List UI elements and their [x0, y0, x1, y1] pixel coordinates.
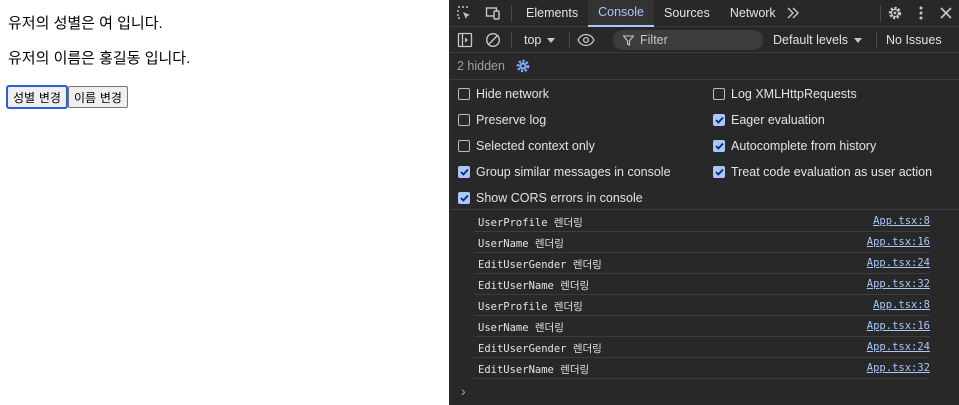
setting-label: Group similar messages in console — [476, 165, 671, 179]
source-link[interactable]: App.tsx:16 — [867, 236, 930, 248]
checkbox[interactable] — [458, 88, 470, 100]
kebab-menu-icon[interactable] — [909, 0, 933, 27]
source-link[interactable]: App.tsx:8 — [873, 299, 930, 311]
inspect-element-icon[interactable] — [449, 0, 479, 27]
setting-label: Autocomplete from history — [731, 139, 877, 153]
checkbox[interactable] — [713, 166, 725, 178]
message-text: EditUserGender 렌더링 — [478, 343, 602, 355]
checkbox[interactable] — [713, 140, 725, 152]
setting-log-xhr[interactable]: Log XMLHttpRequests — [713, 85, 857, 103]
message-text: EditUserGender 렌더링 — [478, 259, 602, 271]
checkbox[interactable] — [713, 114, 725, 126]
caret-down-icon — [547, 37, 556, 43]
console-prompt[interactable]: › — [461, 383, 466, 399]
caret-down-icon — [854, 37, 863, 43]
tab-network[interactable]: Network — [720, 0, 786, 27]
toolbar-separator — [569, 32, 570, 48]
tab-sources[interactable]: Sources — [654, 0, 720, 27]
checkbox[interactable] — [713, 88, 725, 100]
hidden-count: 2 hidden — [457, 59, 505, 73]
checkbox[interactable] — [458, 114, 470, 126]
setting-label: Preserve log — [476, 113, 547, 127]
filter-input[interactable]: Filter — [613, 30, 763, 50]
console-message: EditUserName 렌더링 App.tsx:32 — [474, 358, 930, 379]
message-text: EditUserName 렌더링 — [478, 364, 590, 376]
message-text: UserProfile 렌더링 — [478, 217, 583, 229]
user-gender-text: 유저의 성별은 여 입니다. — [8, 15, 163, 32]
clear-console-icon[interactable] — [485, 32, 501, 48]
console-message: UserProfile 렌더링 App.tsx:8 — [474, 295, 930, 316]
message-text: UserName 렌더링 — [478, 238, 564, 250]
change-gender-button[interactable]: 성별 변경 — [6, 85, 68, 109]
source-link[interactable]: App.tsx:16 — [867, 320, 930, 332]
issues-counter[interactable]: No Issues — [886, 33, 942, 47]
setting-preserve-log[interactable]: Preserve log — [458, 111, 546, 129]
setting-selected-context-only[interactable]: Selected context only — [458, 137, 595, 155]
page-viewport: 유저의 성별은 여 입니다. 유저의 이름은 홍길동 입니다. 성별 변경 이름… — [0, 0, 449, 405]
message-text: UserName 렌더링 — [478, 322, 564, 334]
setting-label: Eager evaluation — [731, 113, 825, 127]
console-toolbar: top Filter Default levels No Issues — [449, 27, 959, 53]
setting-eager-evaluation[interactable]: Eager evaluation — [713, 111, 825, 129]
setting-label: Treat code evaluation as user action — [731, 165, 933, 179]
setting-label: Selected context only — [476, 139, 595, 153]
log-levels-label: Default levels — [773, 33, 849, 47]
filter-placeholder: Filter — [640, 33, 668, 47]
setting-treat-as-user-action[interactable]: Treat code evaluation as user action — [713, 163, 932, 181]
setting-label: Hide network — [476, 87, 549, 101]
tab-console[interactable]: Console — [588, 0, 654, 27]
log-levels-dropdown[interactable]: Default levels — [773, 33, 863, 47]
console-message: EditUserGender 렌더링 App.tsx:24 — [474, 337, 930, 358]
console-message: UserName 렌더링 App.tsx:16 — [474, 316, 930, 337]
setting-label: Show CORS errors in console — [476, 191, 643, 205]
filter-funnel-icon — [623, 34, 634, 46]
setting-show-cors-errors[interactable]: Show CORS errors in console — [458, 189, 643, 207]
devtools-tabbar: Elements Console Sources Network — [449, 0, 959, 27]
console-messages: UserProfile 렌더링 App.tsx:8 UserName 렌더링 A… — [449, 211, 959, 379]
toolbar-separator — [876, 32, 877, 48]
message-text: UserProfile 렌더링 — [478, 301, 583, 313]
eye-icon[interactable] — [577, 33, 595, 47]
source-link[interactable]: App.tsx:32 — [867, 362, 930, 374]
console-message: UserProfile 렌더링 App.tsx:8 — [474, 211, 930, 232]
sidebar-toggle-icon[interactable] — [457, 32, 473, 48]
button-group: 성별 변경 이름 변경 — [6, 85, 128, 109]
console-settings-panel: Hide network Preserve log Selected conte… — [449, 80, 959, 210]
checkbox[interactable] — [458, 140, 470, 152]
device-toolbar-icon[interactable] — [479, 0, 507, 27]
source-link[interactable]: App.tsx:24 — [867, 257, 930, 269]
console-settings-gear-icon[interactable] — [515, 58, 531, 74]
setting-autocomplete-history[interactable]: Autocomplete from history — [713, 137, 876, 155]
tab-separator — [511, 5, 512, 21]
console-message: EditUserGender 렌더링 App.tsx:24 — [474, 253, 930, 274]
close-icon[interactable] — [933, 0, 959, 27]
source-link[interactable]: App.tsx:24 — [867, 341, 930, 353]
checkbox[interactable] — [458, 166, 470, 178]
change-name-button[interactable]: 이름 변경 — [67, 86, 128, 108]
setting-hide-network[interactable]: Hide network — [458, 85, 549, 103]
source-link[interactable]: App.tsx:32 — [867, 278, 930, 290]
console-message: EditUserName 렌더링 App.tsx:32 — [474, 274, 930, 295]
hidden-messages-bar: 2 hidden — [449, 53, 959, 80]
setting-group-similar[interactable]: Group similar messages in console — [458, 163, 671, 181]
console-message: UserName 렌더링 App.tsx:16 — [474, 232, 930, 253]
setting-label: Log XMLHttpRequests — [731, 87, 857, 101]
settings-gear-icon[interactable] — [881, 0, 909, 27]
context-selector-label: top — [524, 33, 542, 47]
devtools-panel: Elements Console Sources Network top Fil… — [449, 0, 959, 405]
checkbox[interactable] — [458, 192, 470, 204]
context-selector[interactable]: top — [524, 33, 556, 47]
more-tabs-icon[interactable] — [782, 0, 804, 27]
toolbar-separator — [511, 32, 512, 48]
source-link[interactable]: App.tsx:8 — [873, 215, 930, 227]
tab-elements[interactable]: Elements — [516, 0, 588, 27]
user-name-text: 유저의 이름은 홍길동 입니다. — [8, 50, 191, 67]
message-text: EditUserName 렌더링 — [478, 280, 590, 292]
